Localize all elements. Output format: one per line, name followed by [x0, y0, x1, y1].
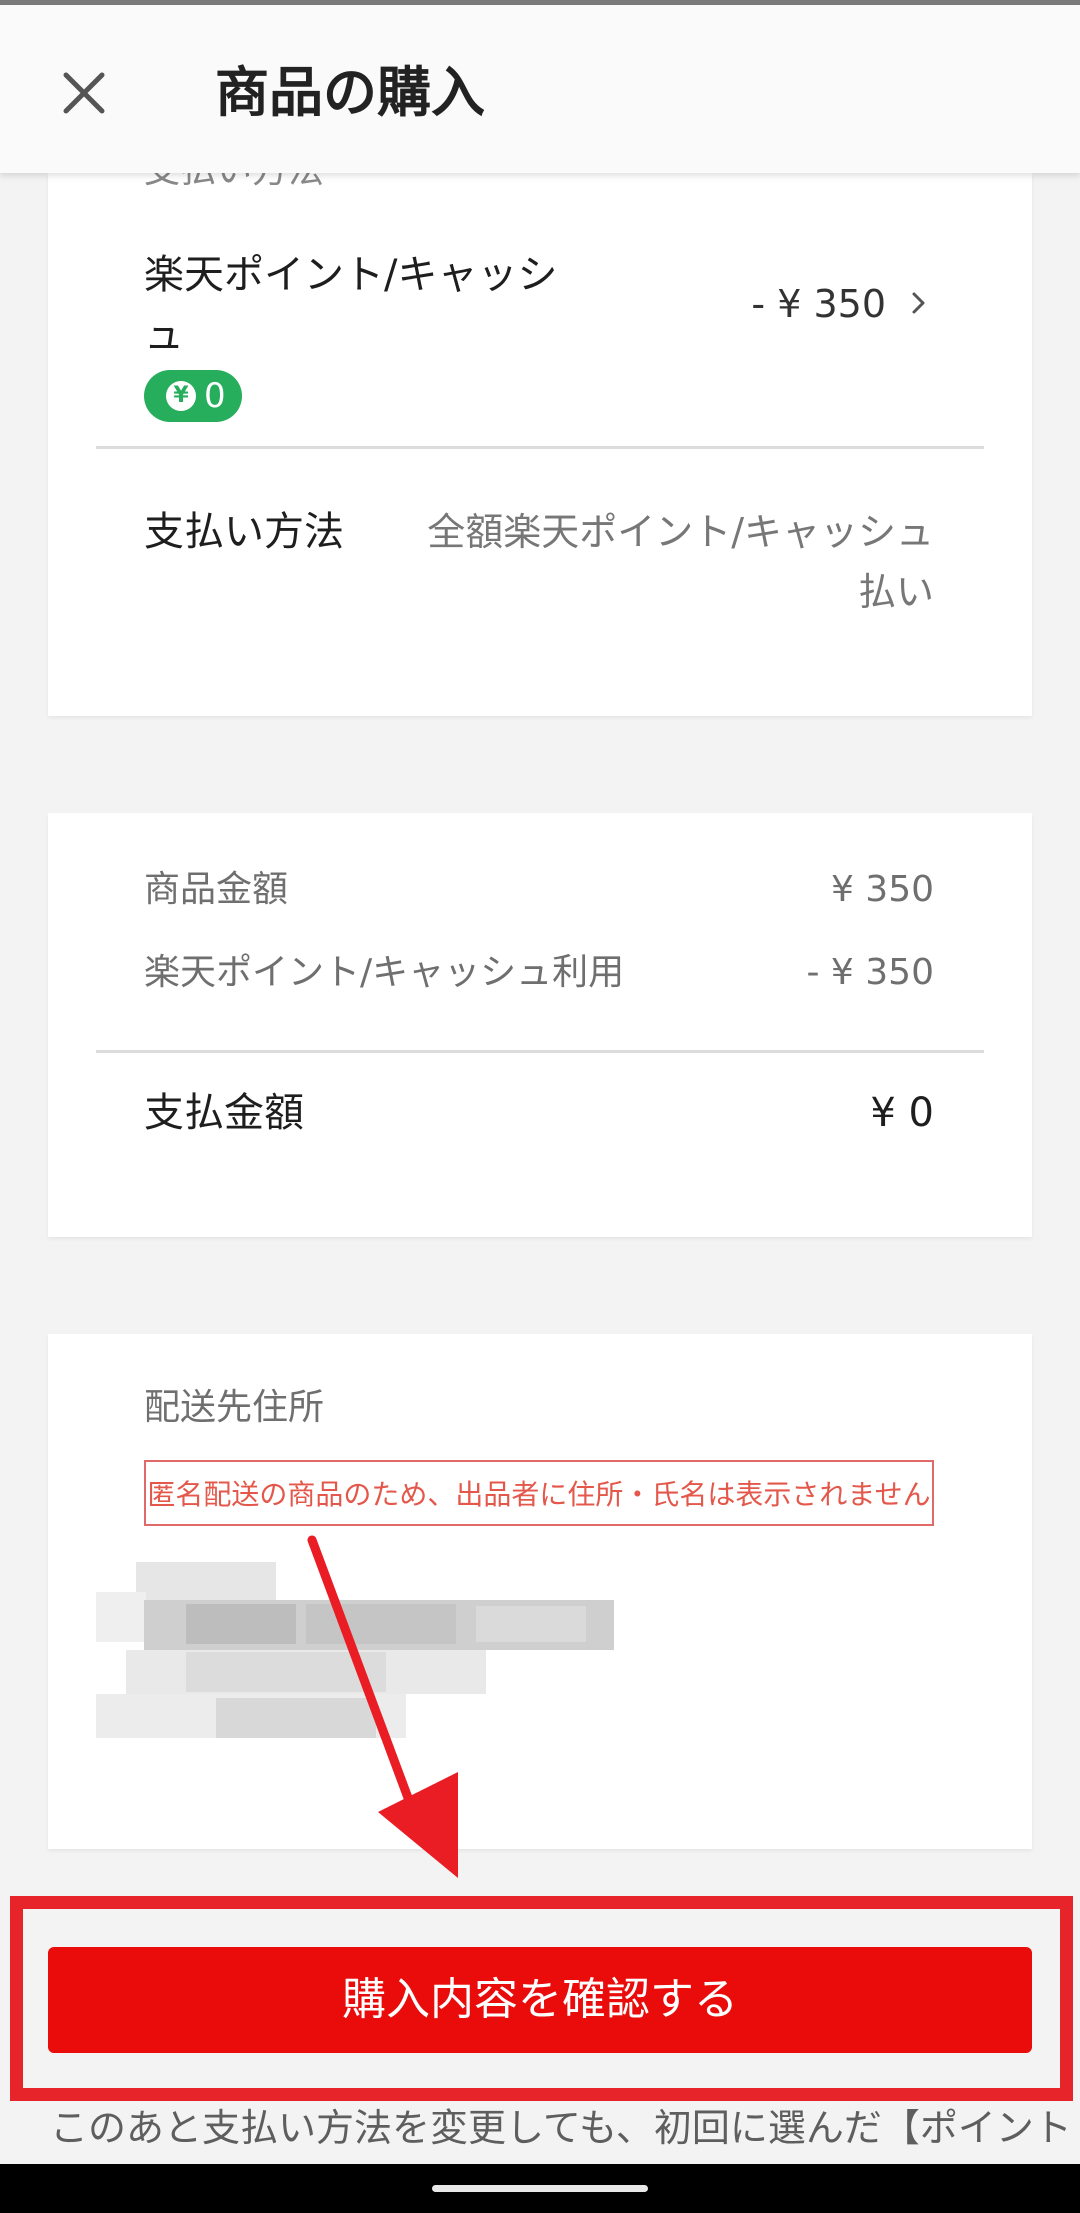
total-label: 支払金額: [144, 1090, 304, 1136]
footnote-text: このあと支払い方法を変更しても、初回に選んだ【ポイント: [50, 2106, 1072, 2150]
divider: [96, 446, 984, 449]
item-price-value: ¥ 350: [830, 869, 934, 910]
payment-method-label: 支払い方法: [144, 509, 344, 555]
points-used-value: - ¥ 350: [806, 952, 935, 993]
home-indicator[interactable]: [432, 2185, 648, 2192]
page-title: 商品の購入: [215, 61, 485, 124]
close-icon[interactable]: [58, 67, 110, 119]
divider: [96, 1050, 984, 1053]
payment-method-value: 全額楽天ポイント/キャッシュ払い: [427, 510, 934, 614]
points-used-label: 楽天ポイント/キャッシュ利用: [144, 952, 625, 993]
redacted-address: [96, 1562, 676, 1742]
anonymous-shipping-notice: 匿名配送の商品のため、出品者に住所・氏名は表示されません: [144, 1460, 934, 1526]
points-balance: 0: [204, 376, 226, 416]
app-header: 商品の購入: [0, 5, 1080, 173]
highlight-box: [10, 1896, 1073, 2101]
item-price-label: 商品金額: [144, 869, 289, 910]
points-value[interactable]: - ¥ 350: [751, 278, 886, 330]
points-name[interactable]: 楽天ポイント/キャッシュ: [144, 245, 564, 365]
yen-icon: ¥: [166, 381, 196, 411]
points-balance-badge: ¥ 0: [144, 370, 242, 422]
shipping-title: 配送先住所: [144, 1387, 325, 1428]
total-value: ¥ 0: [870, 1090, 934, 1136]
chevron-right-icon[interactable]: [910, 289, 928, 317]
